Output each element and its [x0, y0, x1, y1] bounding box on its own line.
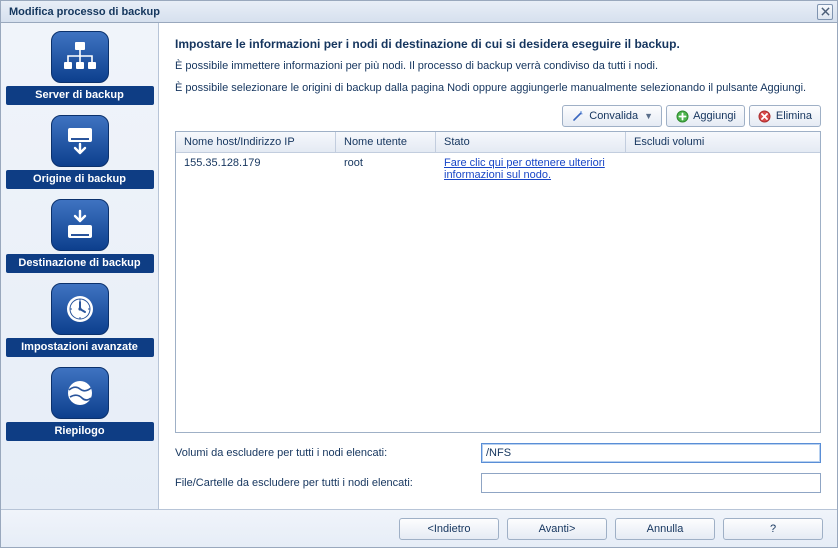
- close-button[interactable]: [817, 4, 833, 20]
- col-status[interactable]: Stato: [436, 132, 626, 152]
- sidebar-item-label: Riepilogo: [6, 422, 154, 441]
- col-exclude[interactable]: Escludi volumi: [626, 132, 820, 152]
- sidebar-item-destination[interactable]: Destinazione di backup: [6, 195, 154, 279]
- close-icon: [821, 7, 830, 16]
- content-area: Server di backup Origine di backup Desti…: [1, 23, 837, 509]
- source-icon: [51, 115, 109, 167]
- node-info-link[interactable]: Fare clic qui per ottenere ulteriori inf…: [444, 157, 605, 181]
- sidebar-item-advanced[interactable]: Impostazioni avanzate: [6, 279, 154, 363]
- validate-button[interactable]: Convalida ▼: [562, 105, 662, 127]
- sidebar: Server di backup Origine di backup Desti…: [1, 23, 159, 509]
- files-input[interactable]: [481, 473, 821, 493]
- intro-text-1: È possibile immettere informazioni per p…: [175, 59, 821, 73]
- delete-button[interactable]: Elimina: [749, 105, 821, 127]
- titlebar: Modifica processo di backup: [1, 1, 837, 23]
- grid-header: Nome host/Indirizzo IP Nome utente Stato…: [176, 132, 820, 153]
- volumes-input[interactable]: [481, 443, 821, 463]
- main-panel: Impostare le informazioni per i nodi di …: [159, 23, 837, 509]
- window-title: Modifica processo di backup: [9, 6, 160, 18]
- volumes-row: Volumi da escludere per tutti i nodi ele…: [175, 443, 821, 463]
- add-button[interactable]: Aggiungi: [666, 105, 745, 127]
- sidebar-item-source[interactable]: Origine di backup: [6, 111, 154, 195]
- destination-icon: [51, 199, 109, 251]
- page-heading: Impostare le informazioni per i nodi di …: [175, 37, 821, 51]
- cell-exclude: [626, 153, 820, 185]
- footer: <Indietro Avanti> Annulla ?: [1, 509, 837, 547]
- server-icon: [51, 31, 109, 83]
- cell-user: root: [336, 153, 436, 185]
- nodes-grid: Nome host/Indirizzo IP Nome utente Stato…: [175, 131, 821, 433]
- sidebar-item-label: Impostazioni avanzate: [6, 338, 154, 357]
- files-label: File/Cartelle da escludere per tutti i n…: [175, 477, 475, 489]
- sidebar-item-label: Server di backup: [6, 86, 154, 105]
- sidebar-item-server[interactable]: Server di backup: [6, 27, 154, 111]
- files-row: File/Cartelle da escludere per tutti i n…: [175, 473, 821, 493]
- x-circle-icon: [758, 109, 772, 123]
- col-user[interactable]: Nome utente: [336, 132, 436, 152]
- help-button[interactable]: ?: [723, 518, 823, 540]
- chevron-down-icon: ▼: [644, 111, 653, 121]
- grid-body: 155.35.128.179 root Fare clic qui per ot…: [176, 153, 820, 432]
- sidebar-item-summary[interactable]: Riepilogo: [6, 363, 154, 447]
- cell-host: 155.35.128.179: [176, 153, 336, 185]
- sidebar-item-label: Destinazione di backup: [6, 254, 154, 273]
- next-button[interactable]: Avanti>: [507, 518, 607, 540]
- grid-toolbar: Convalida ▼ Aggiungi Elimina: [175, 105, 821, 127]
- col-host[interactable]: Nome host/Indirizzo IP: [176, 132, 336, 152]
- back-button[interactable]: <Indietro: [399, 518, 499, 540]
- wand-icon: [571, 109, 585, 123]
- delete-label: Elimina: [776, 110, 812, 122]
- table-row[interactable]: 155.35.128.179 root Fare clic qui per ot…: [176, 153, 820, 185]
- clock-icon: [51, 283, 109, 335]
- add-label: Aggiungi: [693, 110, 736, 122]
- globe-icon: [51, 367, 109, 419]
- volumes-label: Volumi da escludere per tutti i nodi ele…: [175, 447, 475, 459]
- dialog-window: Modifica processo di backup Server di ba…: [0, 0, 838, 548]
- plus-circle-icon: [675, 109, 689, 123]
- cancel-button[interactable]: Annulla: [615, 518, 715, 540]
- validate-label: Convalida: [589, 110, 638, 122]
- intro-text-2: È possibile selezionare le origini di ba…: [175, 81, 821, 95]
- sidebar-item-label: Origine di backup: [6, 170, 154, 189]
